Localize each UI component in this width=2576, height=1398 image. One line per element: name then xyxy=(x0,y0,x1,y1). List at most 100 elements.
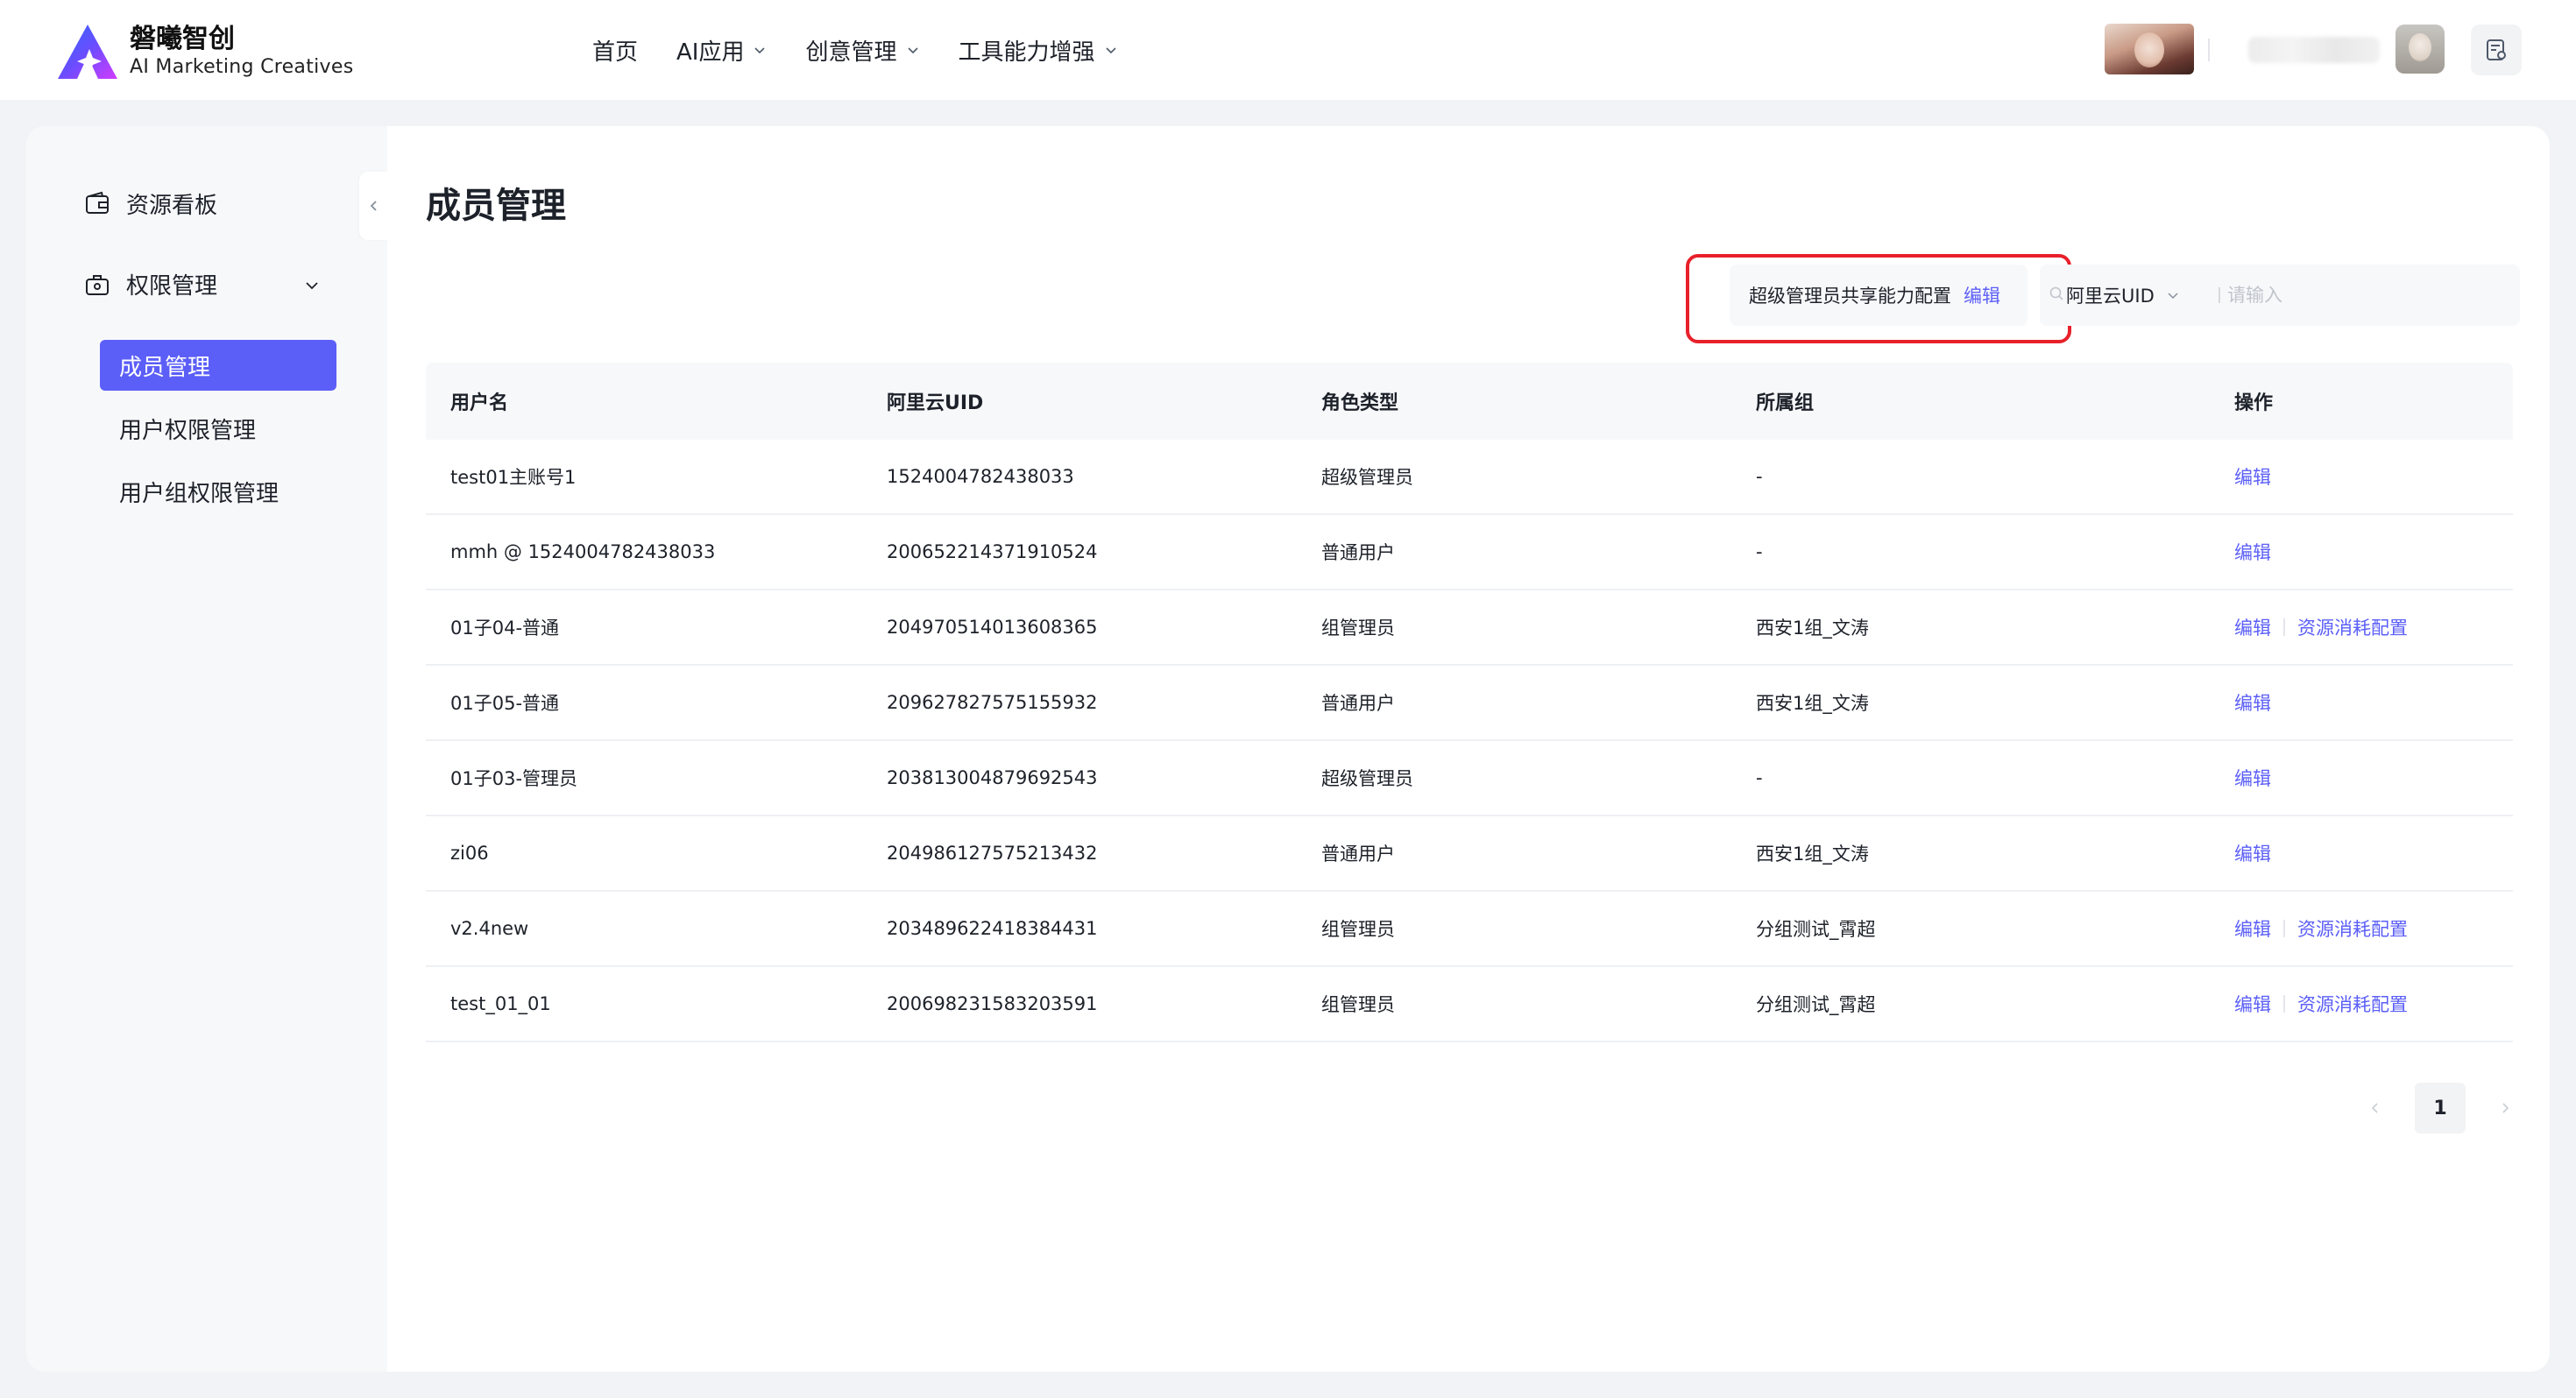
sidebar-item-user-permission[interactable]: 用户权限管理 xyxy=(100,403,256,454)
brand-logo-link[interactable]: 磐曦智创 AI Marketing Creatives xyxy=(54,21,353,82)
cell-group: 西安1组_文涛 xyxy=(1756,618,1869,639)
cell-username: 01子04-普通 xyxy=(450,618,560,639)
nav-item-creative-management[interactable]: 创意管理 xyxy=(805,34,919,67)
action-divider xyxy=(2283,618,2285,636)
brand-logo-icon xyxy=(58,25,117,79)
pagination-page-current[interactable]: 1 xyxy=(2415,1083,2466,1133)
search-input[interactable] xyxy=(2227,280,2490,310)
edit-link[interactable]: 编辑 xyxy=(2234,991,2271,1017)
sidebar-item-group-permission[interactable]: 用户组权限管理 xyxy=(100,466,279,517)
cell-role: 组管理员 xyxy=(1321,618,1395,639)
content-area: 成员管理 超级管理员共享能力配置 编辑 阿里云UID 用户名 阿里云UID 角色… xyxy=(387,126,2550,1372)
cell-role: 普通用户 xyxy=(1321,693,1395,714)
resource-consumption-config-link[interactable]: 资源消耗配置 xyxy=(2297,614,2408,640)
search-field-select-value: 阿里云UID xyxy=(2066,286,2155,307)
edit-link[interactable]: 编辑 xyxy=(2234,539,2271,565)
document-button[interactable] xyxy=(2471,25,2522,75)
resource-consumption-config-link[interactable]: 资源消耗配置 xyxy=(2297,991,2408,1017)
edit-link[interactable]: 编辑 xyxy=(2234,614,2271,640)
table-row: 01子03-管理员 203813004879692543 超级管理员 - 编辑 xyxy=(426,741,2513,816)
chevron-down-icon xyxy=(1105,47,1116,54)
table-row: test_01_01 200698231583203591 组管理员 分组测试_… xyxy=(426,967,2513,1042)
top-navigation-bar: 磐曦智创 AI Marketing Creatives 首页 AI应用 创意管理… xyxy=(0,0,2576,100)
nav-item-label: 工具能力增强 xyxy=(958,39,1095,66)
cell-username: v2.4new xyxy=(450,918,529,939)
header-divider xyxy=(2208,39,2210,61)
cell-actions: 编辑 xyxy=(2234,840,2271,866)
table-row: mmh @ 1524004782438033 20065221437191052… xyxy=(426,515,2513,590)
column-header-role: 角色类型 xyxy=(1321,392,1399,414)
member-table: 用户名 阿里云UID 角色类型 所属组 操作 test01主账号1 152400… xyxy=(426,363,2513,1042)
cell-username: test_01_01 xyxy=(450,993,551,1014)
briefcase-lock-icon xyxy=(86,274,109,295)
cell-group: - xyxy=(1756,541,1763,562)
action-divider xyxy=(2283,920,2285,937)
brand-name-en: AI Marketing Creatives xyxy=(130,56,354,78)
sidebar-collapse-button[interactable] xyxy=(359,172,389,240)
chevron-left-icon xyxy=(2371,1103,2378,1113)
column-header-uid: 阿里云UID xyxy=(887,392,984,414)
cell-uid: 203813004879692543 xyxy=(887,767,1098,788)
cell-actions: 编辑 xyxy=(2234,539,2271,565)
main-nav: 首页 AI应用 创意管理 工具能力增强 xyxy=(592,0,1157,100)
cell-role: 组管理员 xyxy=(1321,994,1395,1015)
chevron-down-icon xyxy=(2168,293,2178,300)
cell-username: mmh @ 1524004782438033 xyxy=(450,541,716,562)
nav-item-label: 首页 xyxy=(592,39,639,66)
cell-role: 普通用户 xyxy=(1321,542,1395,563)
cell-group: 西安1组_文涛 xyxy=(1756,693,1869,714)
cell-role: 普通用户 xyxy=(1321,844,1395,865)
sidebar-item-label: 权限管理 xyxy=(126,273,218,300)
pagination-prev-button[interactable] xyxy=(2350,1083,2401,1133)
wallet-icon xyxy=(86,191,109,214)
edit-link[interactable]: 编辑 xyxy=(2234,689,2271,716)
cell-actions: 编辑 资源消耗配置 xyxy=(2234,614,2408,640)
cell-role: 超级管理员 xyxy=(1321,768,1413,789)
cell-uid: 200652214371910524 xyxy=(887,541,1098,562)
nav-item-home[interactable]: 首页 xyxy=(592,34,638,67)
nav-item-label: 创意管理 xyxy=(805,39,897,66)
cell-group: - xyxy=(1756,767,1763,788)
nav-item-label: AI应用 xyxy=(676,39,745,66)
edit-link[interactable]: 编辑 xyxy=(2234,463,2271,490)
edit-link[interactable]: 编辑 xyxy=(2234,765,2271,791)
resource-consumption-config-link[interactable]: 资源消耗配置 xyxy=(2297,915,2408,942)
cell-uid: 204986127575213432 xyxy=(887,843,1098,864)
chevron-down-icon[interactable] xyxy=(303,277,321,294)
table-row: 01子05-普通 209627827575155932 普通用户 西安1组_文涛… xyxy=(426,666,2513,741)
user-avatar[interactable] xyxy=(2396,25,2445,74)
search-bar: 阿里云UID xyxy=(2040,265,2520,326)
document-icon xyxy=(2487,39,2506,60)
cell-uid: 200698231583203591 xyxy=(887,993,1098,1014)
table-row: test01主账号1 1524004782438033 超级管理员 - 编辑 xyxy=(426,440,2513,515)
search-icon xyxy=(2049,286,2063,300)
sidebar-item-resource-dashboard[interactable]: 资源看板 xyxy=(84,187,217,220)
super-admin-share-config: 超级管理员共享能力配置 编辑 xyxy=(1730,265,2028,326)
sidebar: 资源看板 权限管理 成员管理 用户权限管理 用户组权限管理 xyxy=(26,126,389,1372)
sidebar-item-permission-management[interactable]: 权限管理 xyxy=(84,268,217,300)
column-header-group: 所属组 xyxy=(1756,392,1815,414)
cell-uid: 204970514013608365 xyxy=(887,617,1098,638)
edit-link[interactable]: 编辑 xyxy=(2234,915,2271,942)
cell-actions: 编辑 资源消耗配置 xyxy=(2234,991,2408,1017)
cell-username: zi06 xyxy=(450,843,489,864)
cell-group: 西安1组_文涛 xyxy=(1756,844,1869,865)
pagination-next-button[interactable] xyxy=(2480,1083,2530,1133)
nav-item-tool-enhancement[interactable]: 工具能力增强 xyxy=(959,34,1118,67)
super-admin-share-config-edit-link[interactable]: 编辑 xyxy=(1964,282,2000,308)
chevron-down-icon xyxy=(907,47,918,54)
search-field-select[interactable]: 阿里云UID xyxy=(2066,282,2179,308)
promo-thumbnail[interactable] xyxy=(2105,24,2194,74)
cell-username: test01主账号1 xyxy=(450,467,577,488)
edit-link[interactable]: 编辑 xyxy=(2234,840,2271,866)
sidebar-item-label: 资源看板 xyxy=(126,193,218,219)
sidebar-item-member-management[interactable]: 成员管理 xyxy=(100,340,336,391)
brand-name-cn: 磐曦智创 xyxy=(130,24,235,54)
nav-item-ai-apps[interactable]: AI应用 xyxy=(676,34,767,67)
cell-group: 分组测试_霄超 xyxy=(1756,994,1876,1015)
column-header-username: 用户名 xyxy=(450,392,509,414)
cell-actions: 编辑 xyxy=(2234,689,2271,716)
action-divider xyxy=(2283,995,2285,1013)
table-row: 01子04-普通 204970514013608365 组管理员 西安1组_文涛… xyxy=(426,590,2513,666)
cell-actions: 编辑 xyxy=(2234,765,2271,791)
